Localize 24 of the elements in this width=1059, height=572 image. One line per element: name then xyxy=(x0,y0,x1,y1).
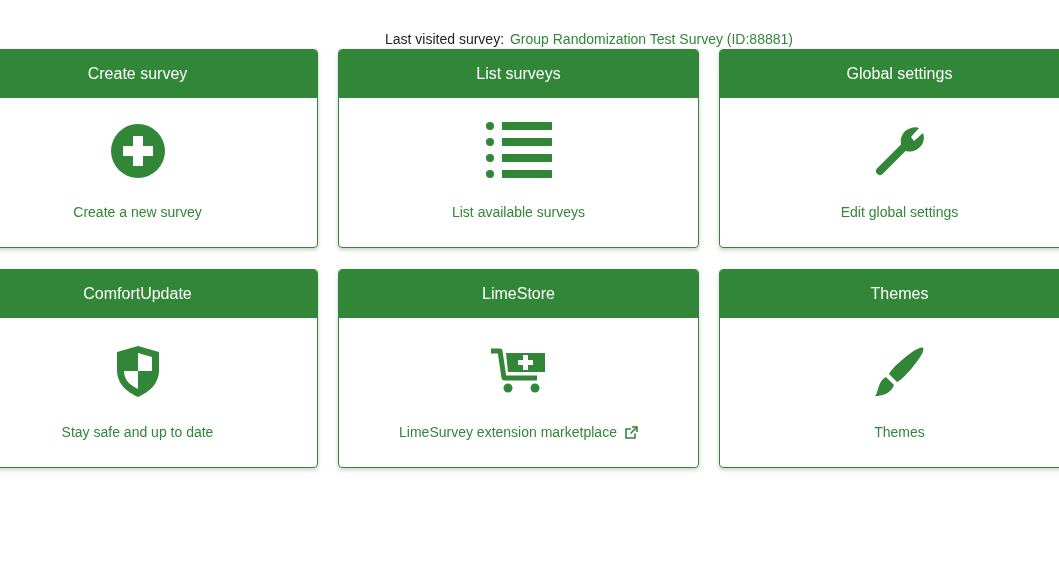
card-description: List available surveys xyxy=(451,204,586,220)
card-description: LimeSurvey extension marketplace xyxy=(399,424,617,440)
shield-icon xyxy=(114,344,161,398)
survey-card[interactable]: Create survey Create a new survey xyxy=(0,49,318,248)
survey-card[interactable]: ComfortUpdate Stay safe and up to date xyxy=(0,269,318,468)
card-header: Global settings xyxy=(720,50,1059,98)
survey-link[interactable]: Group Randomization Test Survey (ID:88881) xyxy=(509,31,793,47)
survey-card[interactable]: Global settings Edit global settings xyxy=(719,49,1059,248)
list-icon xyxy=(485,122,552,180)
cart-plus-icon xyxy=(490,348,547,394)
card-description: Themes xyxy=(874,424,925,440)
survey-card[interactable]: Themes Themes xyxy=(719,269,1059,468)
card-header: LimeStore xyxy=(339,270,698,318)
card-description: Edit global settings xyxy=(840,204,959,220)
last-visited-label: Last visited survey: xyxy=(385,31,505,47)
card-description: Stay safe and up to date xyxy=(61,424,214,440)
card-description: Create a new survey xyxy=(73,204,202,220)
plus-circle-icon xyxy=(110,124,165,178)
card-header: List surveys xyxy=(339,50,698,98)
card-header: Themes xyxy=(720,270,1059,318)
survey-card[interactable]: LimeStore LimeSurvey extension marketplace xyxy=(338,269,699,468)
survey-card[interactable]: List surveys List available surveys xyxy=(338,49,699,248)
card-header: ComfortUpdate xyxy=(0,270,317,318)
card-header: Create survey xyxy=(0,50,317,98)
